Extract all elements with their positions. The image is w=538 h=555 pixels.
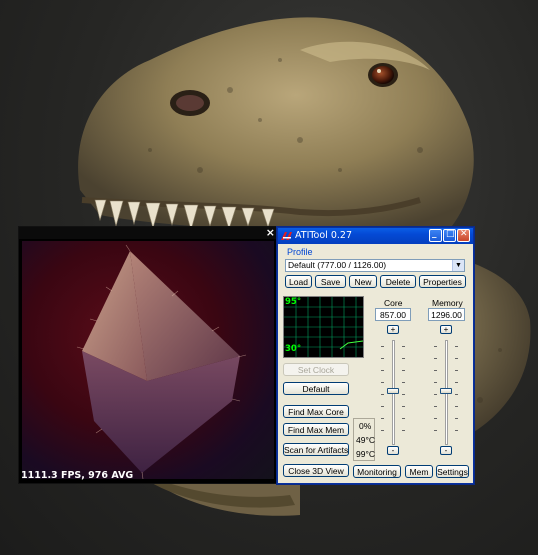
mem-button[interactable]: Mem [405,465,433,478]
render-viewport [22,241,274,479]
memory-decrease-button[interactable]: - [440,446,452,455]
profile-select[interactable]: Default (777.00 / 1126.00) ▼ [285,259,465,272]
maximize-button[interactable]: □ [443,229,456,242]
find-max-mem-button[interactable]: Find Max Mem [283,423,349,436]
render-3d-window: × 1111.3 FPS, 976 AVG [18,226,278,484]
find-max-core-button[interactable]: Find Max Core [283,405,349,418]
monitoring-button[interactable]: Monitoring [353,465,401,478]
profile-select-value: Default (777.00 / 1126.00) [288,260,387,270]
profile-label: Profile [287,247,313,257]
render-window-titlebar: × [19,226,277,239]
minimize-button[interactable]: _ [429,229,442,242]
properties-button[interactable]: Properties [419,275,466,288]
close-icon[interactable]: × [266,226,275,239]
new-button[interactable]: New [349,275,377,288]
memory-value-field[interactable]: 1296.00 [428,308,465,321]
atitool-window: ATITool 0.27 _ □ ✕ Profile Default (777.… [277,227,474,484]
ati-logo-icon [281,232,292,240]
fps-readout: 1111.3 FPS, 976 AVG [21,470,134,481]
atitool-titlebar[interactable]: ATITool 0.27 _ □ ✕ [278,228,473,244]
core-increase-button[interactable]: + [387,325,399,334]
progress-percent: 0% [359,421,372,431]
temperature-1: 49°C [356,435,375,445]
close-3d-view-button[interactable]: Close 3D View [283,464,349,477]
core-decrease-button[interactable]: - [387,446,399,455]
temperature-2: 99°C [356,449,375,459]
memory-label: Memory [432,298,463,308]
save-button[interactable]: Save [315,275,346,288]
load-button[interactable]: Load [285,275,312,288]
scan-artifacts-button[interactable]: Scan for Artifacts [283,443,349,456]
temperature-graph: 95° 30° [283,296,364,358]
delete-button[interactable]: Delete [380,275,416,288]
core-slider-thumb[interactable] [387,388,399,394]
core-value-field[interactable]: 857.00 [375,308,411,321]
core-label: Core [384,298,403,308]
set-clock-button[interactable]: Set Clock [283,363,349,376]
memory-slider-thumb[interactable] [440,388,452,394]
default-button[interactable]: Default [283,382,349,395]
graph-top-label: 95° [285,297,302,307]
window-title: ATITool 0.27 [295,230,352,241]
fur-cube [76,244,247,479]
close-button[interactable]: ✕ [457,229,470,242]
chevron-down-icon[interactable]: ▼ [452,260,464,271]
memory-increase-button[interactable]: + [440,325,452,334]
settings-button[interactable]: Settings [436,465,469,478]
graph-bottom-label: 30° [285,344,302,354]
